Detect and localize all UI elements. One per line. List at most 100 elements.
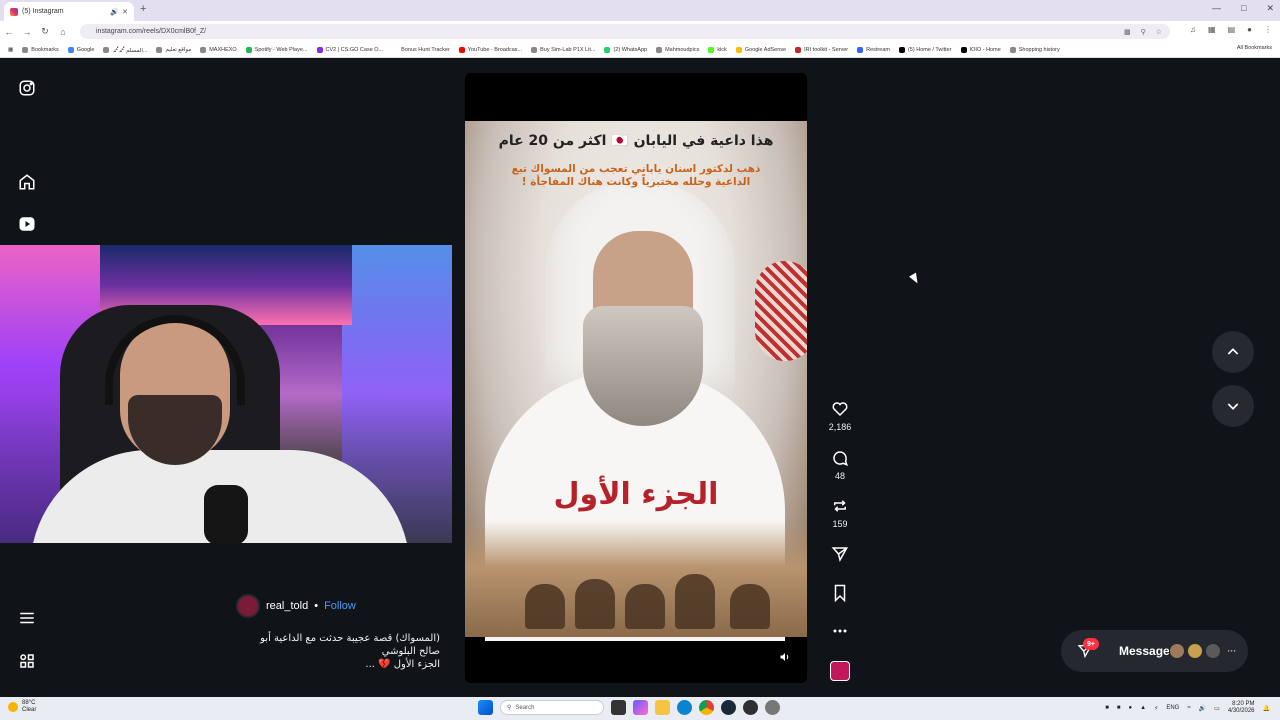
author-avatar[interactable] [236,594,260,618]
more-options-action[interactable] [826,621,854,641]
forward-icon[interactable]: → [18,27,36,37]
instagram-logo-icon[interactable] [17,78,37,98]
bookmark-item[interactable]: (5) Home / Twitter [898,46,952,53]
new-tab-button[interactable]: + [140,3,146,15]
reel-video[interactable]: هذا داعية في اليابان 🇯🇵 اكثر من 20 عام ذ… [465,73,807,683]
sound-on-icon[interactable] [775,647,795,667]
author-handle[interactable]: real_told [266,600,308,612]
taskbar-search[interactable]: ⚲ Search [500,700,604,715]
settings-icon[interactable] [765,700,780,715]
bookmark-star-icon[interactable]: ☆ [1156,28,1162,36]
more-horizontal-icon[interactable] [830,621,850,641]
weather-widget[interactable]: 88°C Clear [8,700,36,714]
messages-button[interactable]: 9+ Messages ··· [1061,630,1248,672]
home-icon[interactable]: ⌂ [54,27,72,37]
send-icon[interactable] [830,544,850,564]
repost-count: 159 [832,519,848,529]
sidepanel-icon[interactable]: ▤ [1228,25,1236,34]
reels-nav-icon[interactable] [17,214,37,234]
audio-icon[interactable]: 🔊 [110,8,119,16]
tray-app-icon[interactable]: ● [1129,705,1133,711]
reload-icon[interactable]: ↻ [36,26,54,37]
time: 8:20 PM [1232,701,1255,707]
tab-instagram[interactable]: (5) Instagram 🔊 ✕ [4,2,134,21]
taskbar: 88°C Clear ⚲ Search ■ ■ ● ▲ ⚡ ENG ≈ 🔊 ▭ … [0,697,1280,720]
profile-avatar[interactable]: ● [1247,25,1252,34]
apps-icon[interactable]: ▦ [8,47,13,53]
bookmark-item[interactable]: Bonus Hunt Tracker [392,46,450,53]
share-action[interactable] [826,544,854,564]
bookmark-item[interactable]: MAXHEXO [200,46,237,53]
unread-badge: 9+ [1083,638,1099,650]
edge-icon[interactable] [677,700,692,715]
repost-action[interactable]: 159 [826,496,854,529]
previous-reel-button[interactable] [1212,331,1254,373]
bookmark-item[interactable]: Spotify - Web Playe... [245,46,308,53]
more-contacts: ··· [1227,646,1236,656]
home-nav-icon[interactable] [17,172,37,192]
webcam-overlay [0,245,452,543]
bookmark-item[interactable]: IOIO - Home [960,46,1001,53]
language-indicator[interactable]: ENG [1166,705,1179,711]
close-tab-icon[interactable]: ✕ [122,8,128,16]
follow-button[interactable]: Follow [324,600,356,612]
tray-app-icon[interactable]: ▲ [1140,705,1146,711]
chrome-icon[interactable] [699,700,714,715]
notifications-icon[interactable]: 🔔 [1263,705,1270,712]
repost-icon[interactable] [830,496,850,516]
extensions-icon[interactable]: ▦ [1208,25,1216,34]
heart-icon[interactable] [830,399,850,419]
zoom-icon[interactable]: ⚲ [1141,28,1146,36]
next-reel-button[interactable] [1212,385,1254,427]
url-text: instagram.com/reels/DX0cmlB0f_Z/ [96,28,207,35]
bookmark-item[interactable]: YouTube - Broadcas... [458,46,522,53]
tab-strip: (5) Instagram 🔊 ✕ + — □ ✕ [0,0,1280,21]
obs-icon[interactable] [743,700,758,715]
wifi-icon[interactable]: ≈ [1187,705,1190,711]
like-action[interactable]: 2,186 [826,399,854,432]
menu-icon[interactable] [17,608,37,628]
bookmark-item[interactable]: (2) WhatsApp [604,46,647,53]
bookmark-item[interactable]: Mahmoudpics [656,46,699,53]
battery-icon[interactable]: ▭ [1214,705,1220,712]
bookmark-item[interactable]: CV2 | CS:GO Case O... [316,46,383,53]
bookmark-item[interactable]: Google AdSense [735,46,786,53]
maximize-icon[interactable]: □ [1241,3,1246,14]
bookmark-item[interactable]: IRI toolkit - Server [795,46,848,53]
bookmark-item[interactable]: Buy Sim-Lab P1X Lit... [531,46,595,53]
tray-app-icon[interactable]: ■ [1117,705,1121,711]
browser-menu-icon[interactable]: ⋮ [1264,25,1272,34]
search-icon: ⚲ [507,705,512,711]
more-apps-icon[interactable] [17,651,37,671]
usb-icon[interactable]: ⚡ [1154,705,1158,712]
caption-line: صالح البلوشي [381,646,440,657]
close-window-icon[interactable]: ✕ [1266,3,1274,14]
bookmark-item[interactable]: Restream [857,46,890,53]
back-icon[interactable]: ← [0,27,18,37]
bookmark-item[interactable]: المسلم ﷴﷴ... [103,43,147,56]
save-action[interactable] [826,583,854,603]
bookmark-item[interactable]: Shopping history [1009,46,1060,53]
bookmark-item[interactable]: Google [67,46,94,53]
copilot-icon[interactable] [633,700,648,715]
task-view-icon[interactable] [611,700,626,715]
tray-app-icon[interactable]: ■ [1105,705,1109,711]
file-explorer-icon[interactable] [655,700,670,715]
all-bookmarks[interactable]: All Bookmarks [1237,45,1272,51]
clock[interactable]: 8:20 PM 4/30/2026 [1228,701,1255,715]
audio-avatar[interactable] [830,661,850,681]
steam-icon[interactable] [721,700,736,715]
reel-caption[interactable]: (المسواك) قصة عجيبة حدثت مع الداعية أبو … [240,632,440,671]
bookmark-item[interactable]: Bookmarks [22,46,59,53]
bookmark-icon[interactable] [830,583,850,603]
address-bar[interactable]: instagram.com/reels/DX0cmlB0f_Z/ ▩ ⚲ ☆ [80,24,1170,39]
extension-audio-icon[interactable]: ♫ [1190,25,1196,34]
comment-icon[interactable] [830,448,850,468]
volume-icon[interactable]: 🔊 [1199,705,1206,712]
bookmark-item[interactable]: kick [708,46,727,53]
install-icon[interactable]: ▩ [1124,28,1131,36]
comment-action[interactable]: 48 [826,448,854,481]
bookmark-item[interactable]: مواقع تعليم [156,46,191,53]
minimize-icon[interactable]: — [1212,3,1221,14]
windows-start-icon[interactable] [478,700,493,715]
